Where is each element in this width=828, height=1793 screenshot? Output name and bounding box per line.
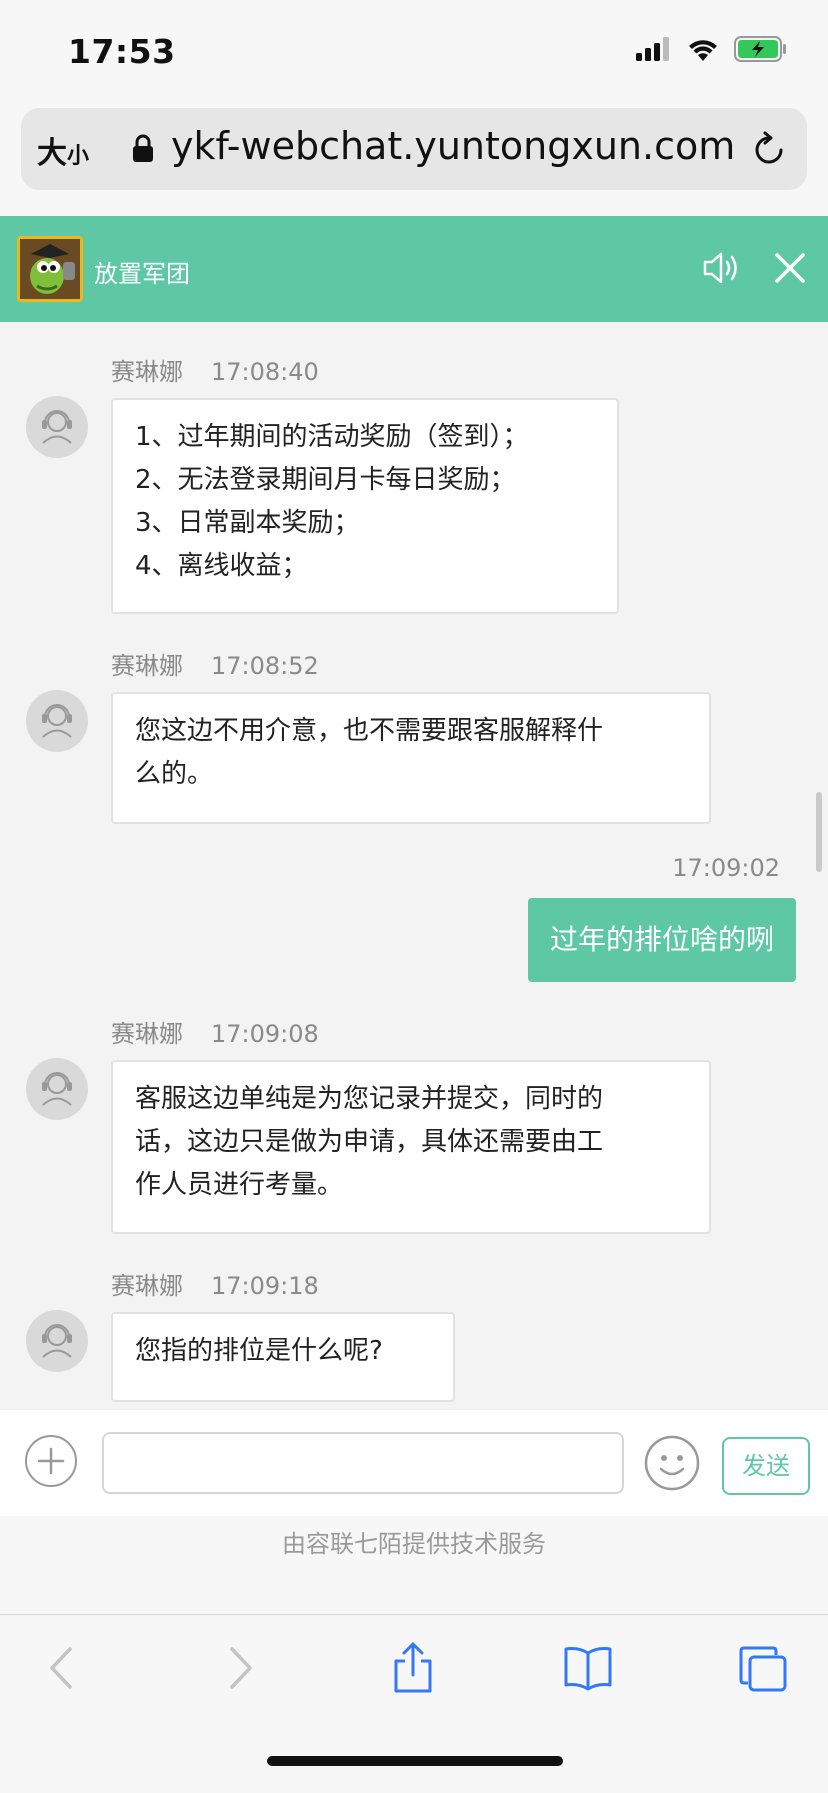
scrollbar-thumb[interactable] (816, 792, 822, 872)
message-line: 1、过年期间的活动奖励（签到）； (135, 422, 529, 452)
home-indicator (267, 1756, 563, 1766)
message-line: 您指的排位是什么呢? (135, 1336, 383, 1366)
input-bar: 发送 (0, 1410, 828, 1516)
reload-icon[interactable] (751, 130, 787, 168)
wifi-icon (689, 40, 717, 61)
message-meta: 赛琳娜 17:08:52 (111, 646, 319, 681)
text-size-large: 大 (37, 136, 67, 171)
bookmarks-icon[interactable] (562, 1645, 614, 1691)
plus-icon (37, 1447, 65, 1475)
status-time: 17:53 (68, 32, 176, 71)
message-line: 话，这边只是做为申请，具体还需要由工 (135, 1127, 604, 1157)
message-meta: 赛琳娜 17:09:18 (111, 1266, 319, 1301)
back-icon[interactable] (46, 1645, 76, 1691)
emoji-icon[interactable] (644, 1435, 700, 1491)
share-icon[interactable] (390, 1641, 436, 1695)
message-bubble: 客服这边单纯是为您记录并提交，同时的 话，这边只是做为申请，具体还需要由工 作人… (111, 1060, 711, 1234)
message-time: 17:08:40 (211, 358, 319, 386)
headset-agent-icon (42, 704, 72, 738)
message-bubble: 1、过年期间的活动奖励（签到）； 2、无法登录期间月卡每日奖励； 3、日常副本奖… (111, 398, 619, 614)
headset-agent-icon (42, 1072, 72, 1106)
headset-agent-icon (42, 410, 72, 444)
text-size-button[interactable]: 大小 (37, 128, 89, 172)
message-meta: 赛琳娜 17:08:40 (111, 352, 319, 387)
message-line: 4、离线收益； (135, 551, 308, 581)
message-time: 17:09:08 (211, 1020, 319, 1048)
message-bubble: 您这边不用介意，也不需要跟客服解释什 么的。 (111, 692, 711, 824)
browser-toolbar (0, 1614, 828, 1793)
sender-name: 赛琳娜 (111, 1272, 183, 1300)
message-list[interactable]: 赛琳娜 17:08:40 1、过年期间的活动奖励（签到）； 2、无法登录期间月卡每… (0, 322, 828, 1410)
my-message-bubble: 过年的排位啥的咧 (527, 898, 796, 982)
message-line: 2、无法登录期间月卡每日奖励； (135, 465, 516, 495)
message-line: 您这边不用介意，也不需要跟客服解释什 (135, 716, 604, 746)
agent-avatar (26, 690, 88, 752)
headset-agent-icon (42, 1324, 72, 1358)
sender-name: 赛琳娜 (111, 358, 183, 386)
agent-avatar (26, 396, 88, 458)
message-time: 17:09:18 (211, 1272, 319, 1300)
my-message-time: 17:09:02 (672, 854, 780, 882)
lock-icon (133, 134, 153, 162)
message-line: 么的。 (135, 759, 214, 789)
browser-address-area: 大小 ykf-webchat.yuntongxun.com (0, 100, 828, 216)
chat-header: 放置军团 (0, 216, 828, 322)
sender-name: 赛琳娜 (111, 652, 183, 680)
agent-avatar (26, 1058, 88, 1120)
message-line: 3、日常副本奖励； (135, 508, 360, 538)
message-line: 作人员进行考量。 (135, 1170, 344, 1200)
url-text[interactable]: ykf-webchat.yuntongxun.com (171, 124, 735, 168)
powered-by-text: 由容联七陌提供技术服务 (0, 1516, 828, 1614)
agent-avatar (26, 1310, 88, 1372)
battery-icon (734, 36, 786, 62)
send-button[interactable]: 发送 (722, 1437, 810, 1495)
address-bar[interactable]: 大小 ykf-webchat.yuntongxun.com (21, 108, 807, 190)
add-attachment-button[interactable] (25, 1435, 77, 1487)
signal-icon (636, 37, 669, 61)
message-meta: 赛琳娜 17:09:08 (111, 1014, 319, 1049)
status-bar: 17:53 (0, 0, 828, 100)
message-bubble: 您指的排位是什么呢? (111, 1312, 455, 1402)
speaker-icon[interactable] (702, 250, 742, 286)
tabs-icon[interactable] (738, 1645, 788, 1693)
sender-name: 赛琳娜 (111, 1020, 183, 1048)
forward-icon[interactable] (226, 1645, 256, 1691)
chat-title: 放置军团 (94, 260, 190, 288)
status-icons (636, 36, 788, 62)
message-line: 客服这边单纯是为您记录并提交，同时的 (135, 1084, 604, 1114)
text-size-small: 小 (67, 144, 90, 169)
message-time: 17:08:52 (211, 652, 319, 680)
close-icon[interactable] (774, 252, 806, 284)
message-input[interactable] (102, 1432, 624, 1494)
game-logo (17, 236, 83, 302)
